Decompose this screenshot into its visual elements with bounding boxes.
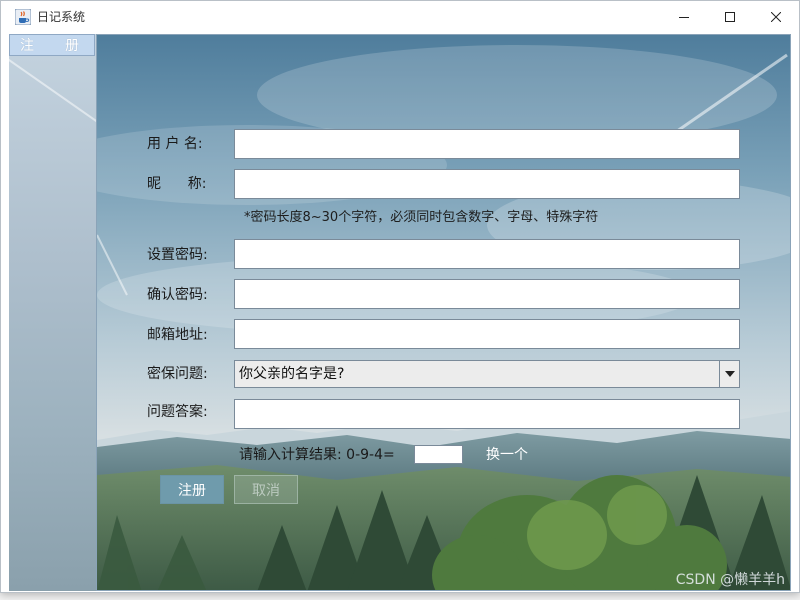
username-field[interactable] (234, 129, 740, 159)
nickname-label: 昵 称: (147, 176, 207, 192)
username-label: 用 户 名: (147, 136, 203, 152)
close-icon (771, 11, 781, 22)
security-question-select[interactable]: 你父亲的名字是? (234, 360, 740, 388)
security-question-label: 密保问题: (147, 366, 208, 382)
tab-register[interactable]: 注 册 (9, 34, 95, 56)
register-panel: 用 户 名: 昵 称: *密码长度8~30个字符，必须同时包含数字、字母、特殊字… (96, 34, 791, 591)
tab-register-label: 注 册 (20, 38, 80, 54)
nickname-field[interactable] (234, 169, 740, 199)
change-captcha-link[interactable]: 换一个 (486, 444, 528, 466)
answer-field[interactable] (234, 399, 740, 429)
window-controls (661, 1, 799, 32)
cancel-button-label: 取消 (252, 482, 280, 499)
register-button-label: 注册 (178, 482, 206, 499)
answer-label: 问题答案: (147, 404, 208, 420)
dropdown-button[interactable] (719, 361, 739, 387)
email-label: 邮箱地址: (147, 327, 208, 343)
app-window: 日记系统 注 册 用 户 名: 昵 称: *密码长度8~30个字符，必须同时包含… (0, 0, 800, 593)
chevron-down-icon (724, 366, 736, 382)
minimize-icon (679, 12, 689, 22)
captcha-input[interactable] (414, 445, 463, 464)
left-tab-strip: 注 册 (9, 34, 96, 591)
security-question-value: 你父亲的名字是? (239, 366, 345, 382)
watermark: CSDN @懒羊羊h (675, 572, 785, 588)
close-button[interactable] (753, 1, 799, 32)
cancel-button[interactable]: 取消 (234, 475, 298, 504)
captcha-label: 请输入计算结果: 0-9-4= (239, 447, 395, 463)
title-bar[interactable]: 日记系统 (1, 1, 799, 32)
password-hint: *密码长度8~30个字符，必须同时包含数字、字母、特殊字符 (244, 210, 599, 225)
password-field[interactable] (234, 239, 740, 269)
landscape-background (97, 35, 790, 590)
maximize-button[interactable] (707, 1, 753, 32)
email-field[interactable] (234, 319, 740, 349)
confirm-password-field[interactable] (234, 279, 740, 309)
window-title: 日记系统 (37, 10, 86, 24)
java-cup-icon (15, 8, 31, 25)
confirm-password-label: 确认密码: (147, 287, 208, 303)
password-label: 设置密码: (147, 247, 208, 263)
maximize-icon (725, 11, 735, 22)
register-button[interactable]: 注册 (160, 475, 224, 504)
minimize-button[interactable] (661, 1, 707, 32)
